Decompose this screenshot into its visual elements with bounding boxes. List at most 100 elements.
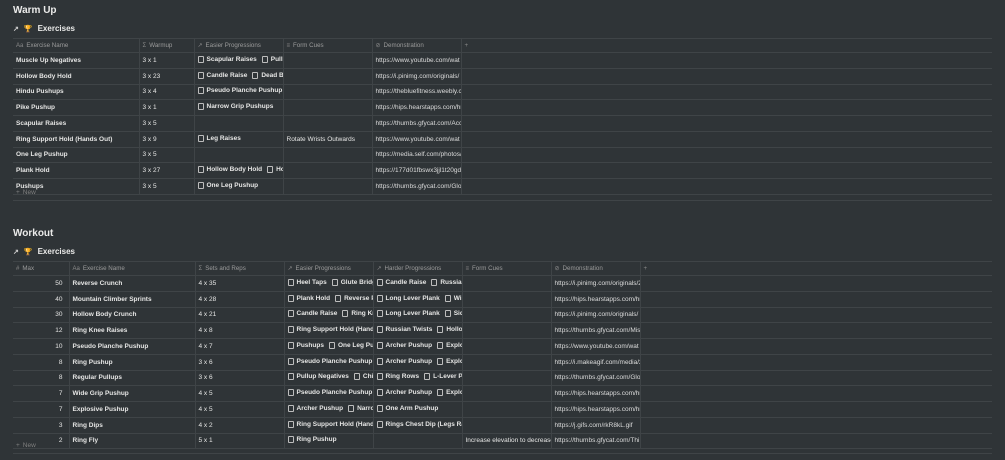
table-row[interactable]: Ring Support Hold (Hands Out) 3 x 9 Leg Ra…	[13, 131, 992, 148]
workout-db-title[interactable]: ↗ 🏆 Exercises	[13, 247, 75, 256]
max-cell[interactable]: 8	[13, 354, 70, 371]
warmup-cell[interactable]: 3 x 5	[139, 115, 195, 132]
relation-chip[interactable]: Pullup Negatives	[287, 373, 349, 381]
relation-chip[interactable]: Ring Pushup	[287, 436, 337, 444]
sets-and-reps-cell[interactable]: 5 x 1	[195, 433, 285, 450]
easier-progressions-cell[interactable]: Heel Taps Glute Bridg	[284, 275, 374, 292]
exercise-name-cell[interactable]: Pike Pushup	[13, 99, 140, 116]
exercise-name-cell[interactable]: Ring Fly	[69, 433, 196, 450]
sets-and-reps-cell[interactable]: 4 x 35	[195, 275, 285, 292]
max-cell[interactable]: 12	[13, 322, 70, 339]
max-cell[interactable]: 3	[13, 417, 70, 434]
exercise-name-cell[interactable]: Hollow Body Hold	[13, 68, 140, 85]
relation-chip[interactable]: Russian	[431, 278, 461, 286]
relation-chip[interactable]: Pseudo Planche Pushup	[287, 389, 372, 397]
relation-chip[interactable]: Explo	[437, 357, 461, 365]
relation-chip[interactable]: Ring Rows	[376, 373, 419, 381]
col-exercise-name[interactable]: Aa Exercise Name	[69, 261, 196, 276]
harder-progressions-cell[interactable]: Long Lever Plank Sid	[373, 307, 463, 324]
form-cues-cell[interactable]	[462, 322, 552, 339]
col-demonstration[interactable]: ⊘ Demonstration	[551, 261, 641, 276]
table-row[interactable]: 8 Ring Pushup 3 x 6 Pseudo Planche Pushup Ar…	[13, 354, 992, 371]
sets-and-reps-cell[interactable]: 3 x 6	[195, 354, 285, 371]
table-row[interactable]: 2 Ring Fly 5 x 1 Ring Pushup Increase elevat…	[13, 433, 992, 450]
easier-progressions-cell[interactable]: Plank Hold Reverse P	[284, 291, 374, 308]
sets-and-reps-cell[interactable]: 4 x 7	[195, 338, 285, 355]
exercise-name-cell[interactable]: Ring Knee Raises	[69, 322, 196, 339]
form-cues-cell[interactable]	[462, 370, 552, 387]
form-cues-cell[interactable]	[283, 68, 373, 85]
max-cell[interactable]: 8	[13, 370, 70, 387]
harder-progressions-cell[interactable]: Long Lever Plank Wir	[373, 291, 463, 308]
exercise-name-cell[interactable]: Muscle Up Negatives	[13, 52, 140, 69]
demonstration-cell[interactable]: https://i.makeagif.com/media/2	[551, 354, 641, 371]
relation-chip[interactable]: One Leg Pu	[328, 341, 372, 349]
sets-and-reps-cell[interactable]: 4 x 21	[195, 307, 285, 324]
col-easier-progressions[interactable]: ↗ Easier Progressions	[284, 261, 374, 276]
relation-chip[interactable]: Pseudo Planche Pushup	[197, 87, 282, 95]
form-cues-cell[interactable]	[462, 385, 552, 402]
exercise-name-cell[interactable]: Scapular Raises	[13, 115, 140, 132]
table-row[interactable]: 7 Explosive Pushup 4 x 5 Archer Pushup Narro…	[13, 401, 992, 418]
sets-and-reps-cell[interactable]: 3 x 6	[195, 370, 285, 387]
col-demonstration[interactable]: ⊘ Demonstration	[372, 38, 462, 53]
demonstration-cell[interactable]: https://thumbs.gfycat.com/Glo	[372, 178, 462, 195]
form-cues-cell[interactable]	[462, 417, 552, 434]
relation-chip[interactable]: Narro	[348, 404, 372, 412]
demonstration-cell[interactable]: https://i.pinimg.com/originals/	[372, 68, 462, 85]
exercise-name-cell[interactable]: Reverse Crunch	[69, 275, 196, 292]
sets-and-reps-cell[interactable]: 4 x 8	[195, 322, 285, 339]
harder-progressions-cell[interactable]	[373, 433, 463, 450]
sets-and-reps-cell[interactable]: 4 x 2	[195, 417, 285, 434]
relation-chip[interactable]: One Leg Pushup	[197, 181, 258, 189]
relation-chip[interactable]: Long Lever Plank	[376, 294, 440, 302]
harder-progressions-cell[interactable]: Candle Raise Russian	[373, 275, 463, 292]
easier-progressions-cell[interactable]: Pseudo Planche Pushup	[284, 354, 374, 371]
form-cues-cell[interactable]	[283, 178, 373, 195]
form-cues-cell[interactable]	[283, 52, 373, 69]
table-row[interactable]: Muscle Up Negatives 3 x 1 Scapular Raises P…	[13, 52, 992, 69]
col-harder-progressions[interactable]: ↗ Harder Progressions	[373, 261, 463, 276]
demonstration-cell[interactable]: https://www.youtube.com/wat	[372, 131, 462, 148]
form-cues-cell[interactable]	[462, 401, 552, 418]
easier-progressions-cell[interactable]: Pullup Negatives Chi	[284, 370, 374, 387]
easier-progressions-cell[interactable]: Pushups One Leg Pu	[284, 338, 374, 355]
col-warmup[interactable]: Σ Warmup	[139, 38, 195, 53]
warmup-cell[interactable]: 3 x 1	[139, 99, 195, 116]
easier-progressions-cell[interactable]: Ring Support Hold (Hands	[284, 417, 374, 434]
relation-chip[interactable]: Hollow Body Hold	[197, 166, 262, 174]
form-cues-cell[interactable]	[462, 307, 552, 324]
easier-progressions-cell[interactable]: One Leg Pushup	[194, 178, 284, 195]
table-row[interactable]: One Leg Pushup 3 x 5 https://media.self.co…	[13, 147, 992, 164]
demonstration-cell[interactable]: https://hips.hearstapps.com/hr	[551, 385, 641, 402]
warmup-cell[interactable]: 3 x 5	[139, 178, 195, 195]
form-cues-cell[interactable]	[283, 115, 373, 132]
col-easier-progressions[interactable]: ↗ Easier Progressions	[194, 38, 284, 53]
easier-progressions-cell[interactable]: Hollow Body Hold Ho	[194, 162, 284, 179]
col-max[interactable]: # Max	[13, 261, 70, 276]
warmup-cell[interactable]: 3 x 9	[139, 131, 195, 148]
exercise-name-cell[interactable]: Regular Pullups	[69, 370, 196, 387]
exercise-name-cell[interactable]: Pseudo Planche Pushup	[69, 338, 196, 355]
table-row[interactable]: 3 Ring Dips 4 x 2 Ring Support Hold (Hands R…	[13, 417, 992, 434]
relation-chip[interactable]: L-Lever Pu	[424, 373, 461, 381]
relation-chip[interactable]: Explo	[437, 389, 461, 397]
harder-progressions-cell[interactable]: Archer Pushup Explo	[373, 354, 463, 371]
col-exercise-name[interactable]: Aa Exercise Name	[13, 38, 140, 53]
form-cues-cell[interactable]: Rotate Wrists Outwards	[283, 131, 373, 148]
relation-chip[interactable]: Sid	[444, 310, 461, 318]
relation-chip[interactable]: Dead Bu	[252, 71, 282, 79]
relation-chip[interactable]: One Arm Pushup	[376, 404, 438, 412]
max-cell[interactable]: 50	[13, 275, 70, 292]
form-cues-cell[interactable]	[462, 275, 552, 292]
relation-chip[interactable]: Candle Raise	[376, 278, 426, 286]
relation-chip[interactable]: Hollov	[437, 326, 461, 334]
harder-progressions-cell[interactable]: One Arm Pushup	[373, 401, 463, 418]
warmup-cell[interactable]: 3 x 5	[139, 147, 195, 164]
sets-and-reps-cell[interactable]: 4 x 5	[195, 385, 285, 402]
sets-and-reps-cell[interactable]: 4 x 5	[195, 401, 285, 418]
warmup-cell[interactable]: 3 x 27	[139, 162, 195, 179]
demonstration-cell[interactable]: https://thumbs.gfycat.com/Acc	[372, 115, 462, 132]
max-cell[interactable]: 10	[13, 338, 70, 355]
relation-chip[interactable]: Leg Raises	[197, 134, 241, 142]
